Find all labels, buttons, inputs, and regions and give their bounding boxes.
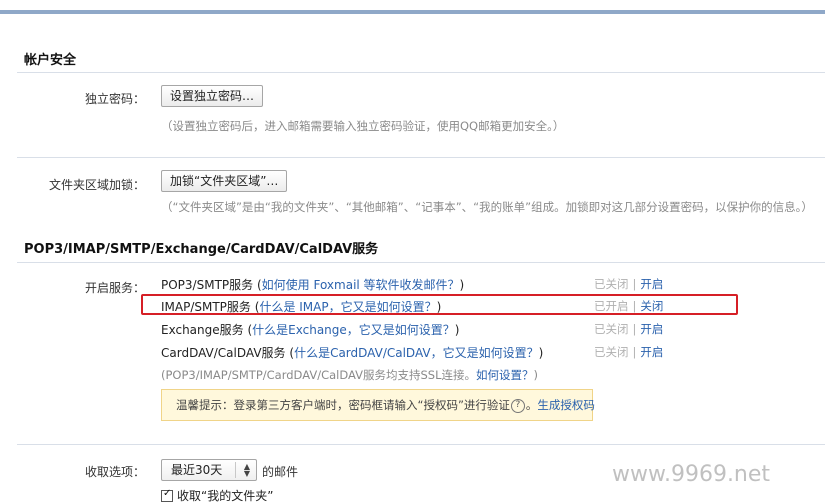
- imap-highlight-box: [141, 294, 738, 315]
- folder-lock-label: 文件夹区域加锁：: [48, 178, 145, 192]
- service-row-carddav: CardDAV/CalDAV服务 (什么是CardDAV/CalDAV，它又是如…: [161, 344, 543, 361]
- set-independent-password-button[interactable]: 设置独立密码…: [161, 85, 264, 107]
- service-row-pop3: POP3/SMTP服务 (如何使用 Foxmail 等软件收发邮件？): [161, 276, 464, 293]
- divider: [17, 72, 825, 73]
- service-name: CardDAV/CalDAV服务: [161, 346, 286, 360]
- auth-code-tip: 温馨提示：登录第三方客户端时，密码框请输入“授权码”进行验证? 。生成授权码: [161, 389, 595, 421]
- section-title-account-security: 帐户安全: [24, 53, 77, 68]
- status-badge: 已关闭: [594, 345, 629, 359]
- service-status-exchange: 已关闭 | 开启: [594, 321, 663, 337]
- ssl-note-text: (POP3/IMAP/SMTP/CardDAV/CalDAV服务均支持SSL连接…: [161, 368, 477, 382]
- tip-text: 温馨提示：登录第三方客户端时，密码框请输入“授权码”进行验证: [176, 398, 510, 412]
- watermark: www.9969.net: [612, 462, 771, 487]
- status-badge: 已关闭: [594, 322, 629, 336]
- paren-close: ): [454, 323, 460, 337]
- service-status-carddav: 已关闭 | 开启: [594, 344, 663, 360]
- exchange-enable-link[interactable]: 开启: [640, 322, 663, 336]
- top-bar: [0, 0, 825, 14]
- paren-close: ): [538, 346, 544, 360]
- select-divider: [235, 462, 236, 478]
- independent-password-label: 独立密码：: [84, 92, 145, 106]
- ssl-note-close: ): [533, 368, 539, 382]
- lock-folder-area-button[interactable]: 加锁“文件夹区域”…: [161, 170, 288, 192]
- receive-options-label: 收取选项：: [84, 465, 145, 479]
- service-name: Exchange服务: [161, 323, 244, 337]
- folder-lock-hint: （“文件夹区域”是由“我的文件夹”、“其他邮箱”、“记事本”、“我的账单”组成。…: [161, 200, 813, 214]
- divider: [17, 157, 825, 158]
- enable-services-label: 开启服务：: [84, 281, 145, 295]
- select-value: 最近30天: [171, 463, 223, 477]
- checkbox-label: 收取“我的文件夹”: [177, 489, 274, 503]
- pop3-enable-link[interactable]: 开启: [640, 277, 663, 291]
- service-row-exchange: Exchange服务 (什么是Exchange，它又是如何设置？): [161, 321, 459, 338]
- independent-password-hint: （设置独立密码后，进入邮箱需要输入独立密码验证，使用QQ邮箱更加安全。）: [161, 119, 565, 133]
- receive-range-select[interactable]: 最近30天 ▲ ▼: [161, 459, 257, 481]
- status-separator: |: [632, 322, 637, 336]
- status-separator: |: [632, 277, 637, 291]
- status-badge: 已关闭: [594, 277, 629, 291]
- ssl-setup-link[interactable]: 如何设置？: [476, 368, 534, 382]
- section-title-protocols: POP3/IMAP/SMTP/Exchange/CardDAV/CalDAV服务: [24, 242, 379, 257]
- question-mark-icon[interactable]: ?: [510, 398, 525, 413]
- paren-close: ): [459, 278, 465, 292]
- divider: [17, 444, 825, 445]
- carddav-help-link[interactable]: 什么是CardDAV/CalDAV，它又是如何设置？: [294, 346, 539, 360]
- top-stripe: [0, 10, 825, 14]
- receive-suffix: 的邮件: [262, 465, 299, 479]
- tip-punct: 。: [525, 398, 538, 412]
- receive-my-folders-row[interactable]: ✓ 收取“我的文件夹”: [161, 487, 273, 504]
- carddav-enable-link[interactable]: 开启: [640, 345, 663, 359]
- up-down-arrow-icon: ▲ ▼: [243, 462, 250, 478]
- ssl-note: (POP3/IMAP/SMTP/CardDAV/CalDAV服务均支持SSL连接…: [161, 367, 538, 383]
- exchange-help-link[interactable]: 什么是Exchange，它又是如何设置？: [252, 323, 455, 337]
- divider: [17, 262, 825, 263]
- status-separator: |: [632, 345, 637, 359]
- service-status-pop3: 已关闭 | 开启: [594, 276, 663, 292]
- service-name: POP3/SMTP服务: [161, 278, 254, 292]
- generate-auth-code-link[interactable]: 生成授权码: [537, 398, 595, 412]
- check-icon: ✓: [163, 487, 172, 499]
- pop3-help-link[interactable]: 如何使用 Foxmail 等软件收发邮件？: [262, 278, 460, 292]
